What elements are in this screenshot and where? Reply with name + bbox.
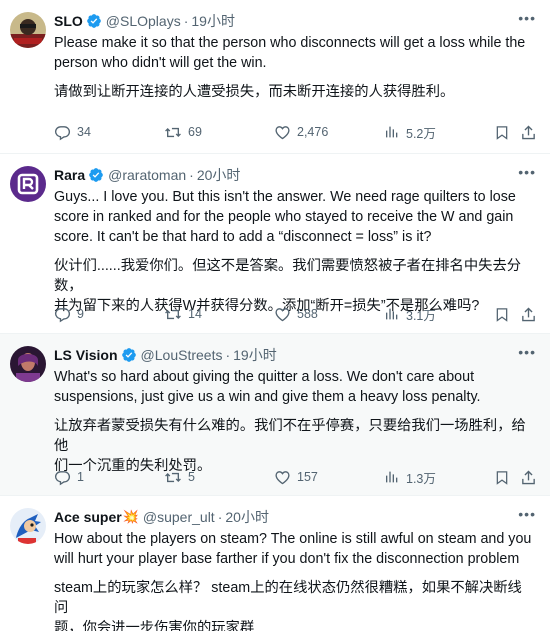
reply-button[interactable]: 1: [54, 469, 84, 486]
reply-icon: [54, 124, 71, 141]
tweet-header: LS Vision @LouStreets · 19小时: [54, 346, 536, 364]
display-name[interactable]: SLO: [54, 12, 83, 30]
avatar[interactable]: [10, 346, 46, 382]
like-icon: [274, 469, 291, 486]
reply-button[interactable]: 34: [54, 124, 91, 141]
bookmark-button[interactable]: [494, 469, 510, 486]
like-button[interactable]: 157: [274, 469, 318, 486]
reply-icon: [54, 306, 71, 323]
tweet-header: Rara @raratoman · 20小时: [54, 166, 536, 184]
tweet-rara[interactable]: Rara @raratoman · 20小时 ••• Guys... I lov…: [0, 154, 550, 334]
avatar[interactable]: [10, 508, 46, 544]
retweet-icon: [164, 306, 182, 323]
retweet-count: 5: [188, 470, 195, 484]
tweet-ace-super[interactable]: Ace super 💥 @super_ult · 20小时 ••• How ab…: [0, 496, 550, 631]
tweet-slo[interactable]: SLO @SLOplays · 19小时 ••• Please make it …: [0, 0, 550, 154]
bookmark-button[interactable]: [494, 124, 510, 141]
like-icon: [274, 124, 291, 141]
collision-emoji-icon: 💥: [122, 509, 139, 524]
tweet-text: Guys... I love you. But this isn't the a…: [54, 189, 516, 245]
avatar[interactable]: [10, 166, 46, 202]
verified-badge-icon: [88, 167, 104, 183]
separator-dot: ·: [189, 167, 194, 183]
separator-dot: ·: [217, 509, 223, 525]
share-icon: [520, 306, 537, 323]
tweet-text: What's so hard about giving the quitter …: [54, 369, 481, 405]
separator-dot: ·: [183, 13, 189, 29]
action-bar: 1 5 157 1.3万: [54, 467, 536, 487]
action-bar: 34 69 2,476 5.2万: [54, 122, 536, 142]
like-button[interactable]: 2,476: [274, 124, 328, 141]
share-icon: [520, 469, 537, 486]
separator-dot: ·: [225, 347, 231, 363]
reply-button[interactable]: 9: [54, 306, 84, 323]
timestamp[interactable]: 20小时: [225, 508, 269, 526]
bookmark-icon: [494, 306, 510, 323]
tweet-translation: steam上的玩家怎么样？ steam上的在线状态仍然很糟糕，如果不解决断线问 …: [54, 580, 522, 631]
verified-badge-icon: [121, 347, 137, 363]
bookmark-icon: [494, 469, 510, 486]
handle[interactable]: @SLOplays: [106, 12, 181, 30]
views-button[interactable]: 1.3万: [384, 468, 436, 487]
tweet-feed: SLO @SLOplays · 19小时 ••• Please make it …: [0, 0, 550, 631]
more-icon[interactable]: •••: [518, 506, 536, 522]
reply-count: 9: [77, 307, 84, 321]
share-button[interactable]: [520, 469, 537, 486]
handle[interactable]: @super_ult: [143, 508, 215, 526]
like-count: 588: [297, 307, 318, 321]
display-name[interactable]: LS Vision: [54, 346, 118, 364]
retweet-count: 69: [188, 125, 202, 139]
like-count: 157: [297, 470, 318, 484]
views-icon: [384, 469, 400, 485]
handle[interactable]: @LouStreets: [141, 346, 223, 364]
tweet-header: Ace super 💥 @super_ult · 20小时: [54, 508, 536, 526]
views-count: 3.1万: [406, 308, 436, 323]
reply-count: 1: [77, 470, 84, 484]
verified-badge-icon: [86, 13, 102, 29]
retweet-icon: [164, 469, 182, 486]
timestamp[interactable]: 19小时: [191, 12, 235, 30]
views-count: 1.3万: [406, 471, 436, 486]
tweet-text: How about the players on steam? The onli…: [54, 531, 532, 567]
views-icon: [384, 306, 400, 322]
retweet-count: 14: [188, 307, 202, 321]
tweet-translation: 请做到让断开连接的人遭受损失，而未断开连接的人获得胜利。: [54, 84, 455, 100]
like-count: 2,476: [297, 125, 329, 139]
like-icon: [274, 306, 291, 323]
more-icon[interactable]: •••: [518, 10, 536, 26]
tweet-header: SLO @SLOplays · 19小时: [54, 12, 536, 30]
timestamp[interactable]: 20小时: [197, 166, 241, 184]
views-count: 5.2万: [406, 126, 436, 141]
bookmark-button[interactable]: [494, 306, 510, 323]
like-button[interactable]: 588: [274, 306, 318, 323]
share-button[interactable]: [520, 306, 537, 323]
timestamp[interactable]: 19小时: [233, 346, 277, 364]
retweet-button[interactable]: 14: [164, 306, 202, 323]
avatar[interactable]: [10, 12, 46, 48]
tweet-text: Please make it so that the person who di…: [54, 35, 526, 71]
views-button[interactable]: 5.2万: [384, 123, 436, 142]
share-icon: [520, 124, 537, 141]
reply-count: 34: [77, 125, 91, 139]
bookmark-icon: [494, 124, 510, 141]
display-name[interactable]: Ace super: [54, 508, 122, 526]
more-icon[interactable]: •••: [518, 344, 536, 360]
retweet-button[interactable]: 5: [164, 469, 195, 486]
views-button[interactable]: 3.1万: [384, 305, 436, 324]
handle[interactable]: @raratoman: [108, 166, 186, 184]
more-icon[interactable]: •••: [518, 164, 536, 180]
retweet-icon: [164, 124, 182, 141]
share-button[interactable]: [520, 124, 537, 141]
views-icon: [384, 124, 400, 140]
display-name[interactable]: Rara: [54, 166, 85, 184]
action-bar: 9 14 588 3.1万: [54, 304, 536, 324]
retweet-button[interactable]: 69: [164, 124, 202, 141]
tweet-ls-vision[interactable]: LS Vision @LouStreets · 19小时 ••• What's …: [0, 334, 550, 496]
reply-icon: [54, 469, 71, 486]
